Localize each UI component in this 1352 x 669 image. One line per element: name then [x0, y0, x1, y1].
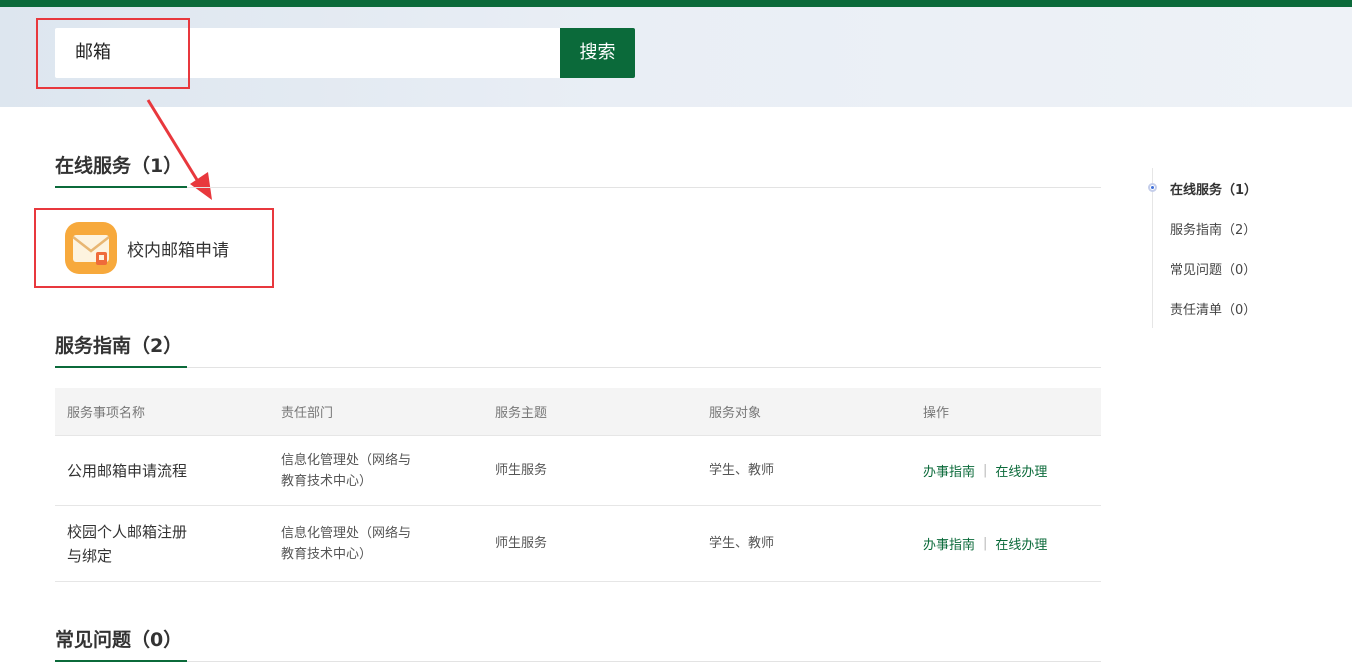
section-accent-line — [55, 660, 187, 662]
section-accent-line — [55, 186, 187, 188]
cell-topic: 师生服务 — [495, 463, 548, 478]
side-nav-item-responsibility-list[interactable]: 责任清单（0） — [1170, 299, 1256, 318]
cell-target: 学生、教师 — [709, 463, 775, 478]
cell-service-name: 公用邮箱申请流程 — [67, 461, 188, 480]
mail-icon — [65, 222, 117, 274]
column-header-name: 服务事项名称 — [67, 406, 146, 421]
service-guide-table: 服务事项名称 责任部门 服务主题 服务对象 操作 公用邮箱申请流程 信息化管理处… — [55, 388, 1101, 582]
column-header-topic: 服务主题 — [495, 406, 548, 421]
cell-department: 信息化管理处（网络与 教育技术中心） — [269, 523, 483, 565]
service-item-mailbox-application[interactable]: 校内邮箱申请 — [65, 222, 229, 274]
table-row: 公用邮箱申请流程 信息化管理处（网络与 教育技术中心） 师生服务 学生、教师 办… — [55, 436, 1101, 506]
cell-department: 信息化管理处（网络与 教育技术中心） — [269, 450, 483, 492]
column-header-actions: 操作 — [923, 406, 950, 421]
column-header-target: 服务对象 — [709, 406, 762, 421]
section-divider — [55, 367, 1101, 368]
column-header-department: 责任部门 — [281, 406, 334, 421]
link-separator: | — [983, 536, 988, 551]
side-anchor-nav: 在线服务（1） 服务指南（2） 常见问题（0） 责任清单（0） — [1148, 168, 1302, 328]
section-divider — [55, 661, 1101, 662]
cell-target: 学生、教师 — [709, 536, 775, 551]
service-name-line: 校园个人邮箱注册 — [67, 522, 188, 541]
online-handle-link[interactable]: 在线办理 — [995, 461, 1047, 480]
online-handle-link[interactable]: 在线办理 — [995, 534, 1047, 553]
side-nav-item-online-services[interactable]: 在线服务（1） — [1170, 179, 1257, 198]
section-title-online-services: 在线服务（1） — [55, 155, 183, 177]
search-input[interactable]: 邮箱 — [55, 28, 561, 78]
side-nav-item-faq[interactable]: 常见问题（0） — [1170, 259, 1256, 278]
cell-actions: 办事指南 | 在线办理 — [911, 534, 1101, 553]
section-title-faq: 常见问题（0） — [55, 629, 183, 651]
cell-service-name: 校园个人邮箱注册 与绑定 — [55, 520, 269, 568]
side-nav-item-service-guide[interactable]: 服务指南（2） — [1170, 219, 1256, 238]
table-row: 校园个人邮箱注册 与绑定 信息化管理处（网络与 教育技术中心） 师生服务 学生、… — [55, 506, 1101, 582]
department-line: 信息化管理处（网络与 — [281, 525, 412, 541]
cell-topic: 师生服务 — [495, 536, 548, 551]
service-item-label: 校内邮箱申请 — [127, 240, 229, 261]
cell-actions: 办事指南 | 在线办理 — [911, 461, 1101, 480]
active-indicator-icon — [1148, 183, 1157, 192]
department-line: 教育技术中心） — [281, 473, 373, 489]
service-name-line: 与绑定 — [67, 546, 113, 565]
search-banner: 邮箱 搜索 — [0, 7, 1352, 107]
link-separator: | — [983, 463, 988, 478]
guide-link[interactable]: 办事指南 — [923, 534, 975, 553]
section-accent-line — [55, 366, 187, 368]
table-header-row: 服务事项名称 责任部门 服务主题 服务对象 操作 — [55, 388, 1101, 436]
department-line: 信息化管理处（网络与 — [281, 452, 412, 468]
top-brand-stripe — [0, 0, 1352, 7]
department-line: 教育技术中心） — [281, 546, 373, 562]
guide-link[interactable]: 办事指南 — [923, 461, 975, 480]
section-title-service-guide: 服务指南（2） — [55, 335, 183, 357]
section-divider — [55, 187, 1101, 188]
search-button[interactable]: 搜索 — [560, 28, 635, 78]
